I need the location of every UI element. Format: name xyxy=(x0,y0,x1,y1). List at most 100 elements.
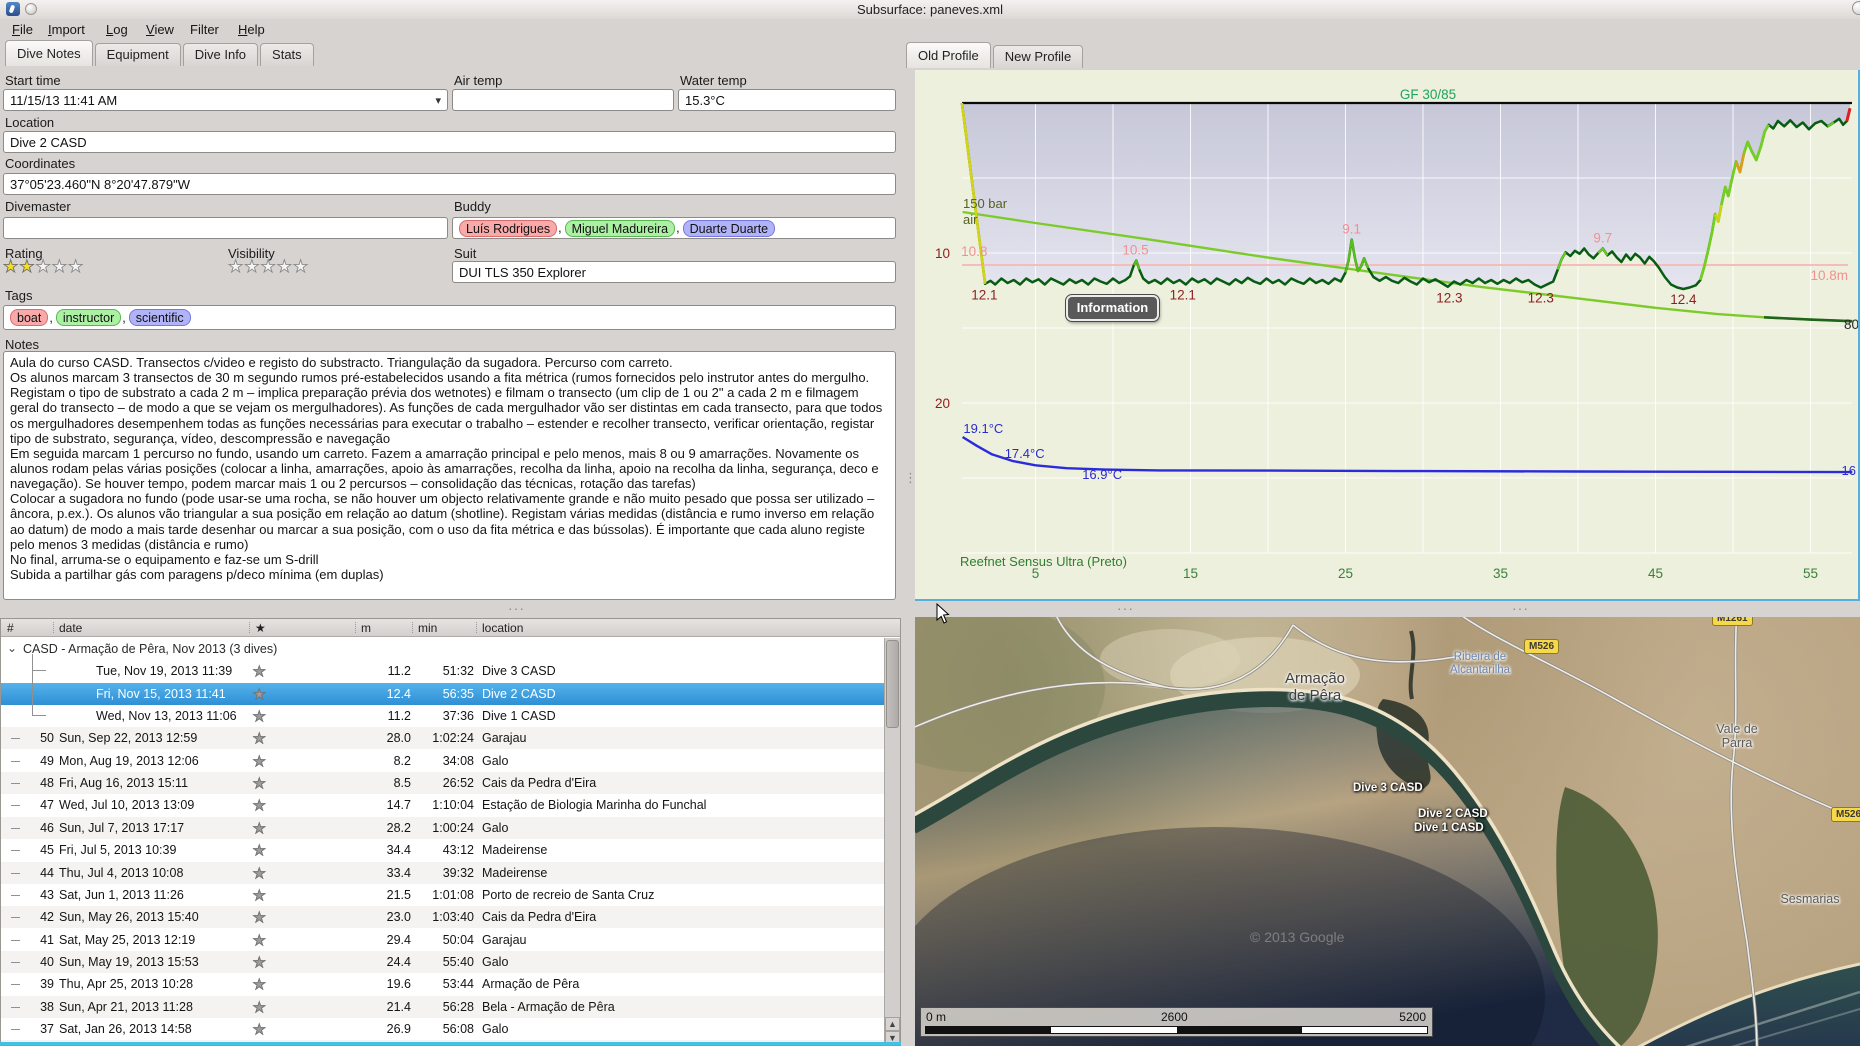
svg-text:10.8m: 10.8m xyxy=(1810,268,1848,283)
start-time-label: Start time xyxy=(5,73,61,88)
map-scalebar: 0 m 2600 5200 xyxy=(920,1007,1433,1037)
tag-pill[interactable]: instructor xyxy=(55,309,122,326)
svg-text:150 bar: 150 bar xyxy=(963,196,1008,211)
scroll-up-button[interactable]: ▲ xyxy=(885,1017,900,1031)
svg-text:9.1: 9.1 xyxy=(1342,222,1361,237)
dive-row[interactable]: Wed, Nov 13, 2013 11:06 ★ ★ ★ ★ ★ 11.2 37:36… xyxy=(1,699,884,727)
notes-textarea[interactable]: Aula do curso CASD. Transectos c/video e… xyxy=(3,351,896,600)
dive-row[interactable]: 46 Sun, Jul 7, 2013 17:17 ★ ★ ★ ★ ★ 28.2 1:0… xyxy=(1,816,884,839)
dive-row[interactable]: Tue, Nov 19, 2013 11:39 ★ ★ ★ ★ ★ 11.2 51:32… xyxy=(1,654,884,683)
tag-pill[interactable]: boat xyxy=(10,309,49,326)
menu-import[interactable]: Import xyxy=(44,21,89,38)
dive-profile-chart: GF 30/85 150 bar air 80 10 20 5 15 25 35 45 55 Reefn… xyxy=(915,70,1860,601)
svg-text:16: 16 xyxy=(1842,463,1856,478)
window-corner-button[interactable] xyxy=(1852,1,1860,15)
column-header-0[interactable]: # xyxy=(7,621,14,635)
svg-text:16.9°C: 16.9°C xyxy=(1082,467,1122,482)
svg-text:15: 15 xyxy=(1183,566,1198,581)
map-label-armacao-de-pera: Armação de Pêra xyxy=(1284,670,1346,704)
tab-old-profile[interactable]: Old Profile xyxy=(906,42,991,68)
dive-row[interactable]: 39 Thu, Apr 25, 2013 10:28 ★ ★ ★ ★ ★ 19.6 53… xyxy=(1,973,884,995)
road-badge: M1261 xyxy=(1712,617,1753,626)
scrollbar-thumb[interactable] xyxy=(886,640,899,728)
dive-row[interactable]: 50 Sun, Sep 22, 2013 12:59 ★ ★ ★ ★ ★ 28.0 1:… xyxy=(1,727,884,750)
dive-row[interactable]: 44 Thu, Jul 4, 2013 10:08 ★ ★ ★ ★ ★ 33.4 39:… xyxy=(1,861,884,884)
profile-plot: GF 30/85150 barair8010205 15 25 35 45 55Reefn… xyxy=(915,70,1859,599)
menu-file[interactable]: File xyxy=(8,21,37,38)
column-header-3[interactable]: m xyxy=(361,621,371,635)
menubar: File Import Log View Filter Help xyxy=(0,19,1860,40)
menu-view[interactable]: View xyxy=(142,21,178,38)
profile-tabbar: Old Profile New Profile xyxy=(906,42,1085,71)
location-field[interactable]: Dive 2 CASD xyxy=(3,131,896,153)
scalebar-end: 5200 xyxy=(1399,1010,1426,1024)
divemaster-field[interactable] xyxy=(3,217,448,239)
panel-highlight-line xyxy=(0,1042,901,1045)
scalebar-start: 0 m xyxy=(926,1010,947,1024)
suit-label: Suit xyxy=(454,246,477,261)
window-title: Subsurface: paneves.xml xyxy=(857,2,1003,17)
dive-list-scrollbar[interactable]: ▲ ▼ xyxy=(884,638,900,1045)
dive-row[interactable]: 48 Fri, Aug 16, 2013 15:11 ★ ★ ★ ★ ★ 8.5 26:… xyxy=(1,772,884,795)
dive-row[interactable]: 38 Sun, Apr 21, 2013 11:28 ★ ★ ★ ★ ★ 21.4 56… xyxy=(1,995,884,1018)
dive-list-header[interactable]: # date ★ m min location xyxy=(1,619,900,637)
dive-row[interactable]: 41 Sat, May 25, 2013 12:19 ★ ★ ★ ★ ★ 29.4 50… xyxy=(1,929,884,951)
coordinates-field[interactable]: 37°05'23.460"N 8°20'47.879"W xyxy=(3,173,896,195)
tag-pill[interactable]: Duarte Duarte xyxy=(682,219,776,237)
menu-filter[interactable]: Filter xyxy=(186,21,223,38)
start-time-combobox[interactable]: 11/15/13 11:41 AM ▾ xyxy=(3,89,448,111)
map-label-ribeira-de-alcantarilha: Ribeira de Alcantarilha xyxy=(1449,651,1511,677)
column-header-4[interactable]: min xyxy=(418,621,437,635)
notes-label: Notes xyxy=(5,337,39,352)
tags-field[interactable]: boat, instructor, scientific xyxy=(3,305,896,330)
air-temp-field[interactable] xyxy=(452,89,674,111)
trip-row[interactable]: ⌄ CASD - Armação de Pêra, Nov 2013 (3 di… xyxy=(1,638,884,660)
chevron-down-icon: ▾ xyxy=(435,95,441,107)
column-header-2[interactable]: ★ xyxy=(255,621,266,635)
visibility-stars[interactable]: ★★★★★ xyxy=(228,257,309,277)
suit-field[interactable]: DUI TLS 350 Explorer xyxy=(452,261,896,283)
svg-text:55: 55 xyxy=(1803,566,1818,581)
tag-pill[interactable]: scientific xyxy=(128,309,191,326)
rating-stars[interactable]: ★★★★★ xyxy=(3,257,84,277)
menu-log[interactable]: Log xyxy=(102,21,132,38)
dive-notes-form: Start time 11/15/13 11:41 AM ▾ Air temp W… xyxy=(0,63,901,601)
water-temp-field[interactable]: 15.3°C xyxy=(678,89,896,111)
svg-text:80: 80 xyxy=(1844,317,1858,332)
left-tabbar: Dive Notes Equipment Dive Info Stats xyxy=(5,40,316,66)
horizontal-splitter[interactable]: ··· ··· ··· xyxy=(0,600,1860,617)
dive-list-rows: ⌄ CASD - Armação de Pêra, Nov 2013 (3 di… xyxy=(1,638,884,1045)
dive-row[interactable]: 43 Sat, Jun 1, 2013 11:26 ★ ★ ★ ★ ★ 21.5 1:0… xyxy=(1,884,884,906)
water-temp-label: Water temp xyxy=(680,73,747,88)
svg-text:19.1°C: 19.1°C xyxy=(963,421,1003,436)
column-header-1[interactable]: date xyxy=(59,621,82,635)
dive-row[interactable]: 45 Fri, Jul 5, 2013 10:39 ★ ★ ★ ★ ★ 34.4 43:… xyxy=(1,839,884,861)
buddy-field[interactable]: Luís Rodrigues, Miguel Madureira, Duarte D… xyxy=(452,217,896,239)
dive-row[interactable]: 49 Mon, Aug 19, 2013 12:06 ★ ★ ★ ★ ★ 8.2 34:… xyxy=(1,750,884,772)
dive-row[interactable]: 40 Sun, May 19, 2013 15:53 ★ ★ ★ ★ ★ 24.4 55… xyxy=(1,950,884,973)
expander-icon[interactable]: ⌄ xyxy=(7,638,17,659)
svg-text:12.1: 12.1 xyxy=(1170,288,1196,303)
menu-help[interactable]: Help xyxy=(234,21,269,38)
scalebar-mid: 2600 xyxy=(1161,1010,1188,1024)
information-tooltip: Information xyxy=(1065,294,1160,322)
column-header-5[interactable]: location xyxy=(482,621,523,635)
dive-row[interactable]: 37 Sat, Jan 26, 2013 14:58 ★ ★ ★ ★ ★ 26.9 56… xyxy=(1,1018,884,1040)
dive-site-label: Dive 2 CASD xyxy=(1418,808,1488,820)
divemaster-label: Divemaster xyxy=(5,199,71,214)
svg-text:20: 20 xyxy=(935,396,950,411)
dive-row[interactable]: Fri, Nov 15, 2013 11:41 ★ ★ ★ ★ ★ 12.4 56:35… xyxy=(1,676,884,705)
svg-text:17.4°C: 17.4°C xyxy=(1005,446,1045,461)
svg-text:45: 45 xyxy=(1648,566,1663,581)
vertical-splitter[interactable]: ⋮ xyxy=(901,40,917,1046)
tags-label: Tags xyxy=(5,288,33,303)
tag-pill[interactable]: Luís Rodrigues xyxy=(459,219,558,237)
dive-row[interactable]: 42 Sun, May 26, 2013 15:40 ★ ★ ★ ★ ★ 23.0 1:… xyxy=(1,906,884,929)
dive-row[interactable]: 47 Wed, Jul 10, 2013 13:09 ★ ★ ★ ★ ★ 14.7 1:… xyxy=(1,794,884,816)
coordinates-label: Coordinates xyxy=(5,156,76,171)
dive-site-map[interactable]: Armação de Pêra Ribeira de Alcantarilha Vale… xyxy=(915,617,1860,1046)
svg-text:35: 35 xyxy=(1493,566,1508,581)
tab-new-profile[interactable]: New Profile xyxy=(992,45,1084,68)
tag-pill[interactable]: Miguel Madureira xyxy=(564,219,676,237)
location-label: Location xyxy=(5,115,55,130)
